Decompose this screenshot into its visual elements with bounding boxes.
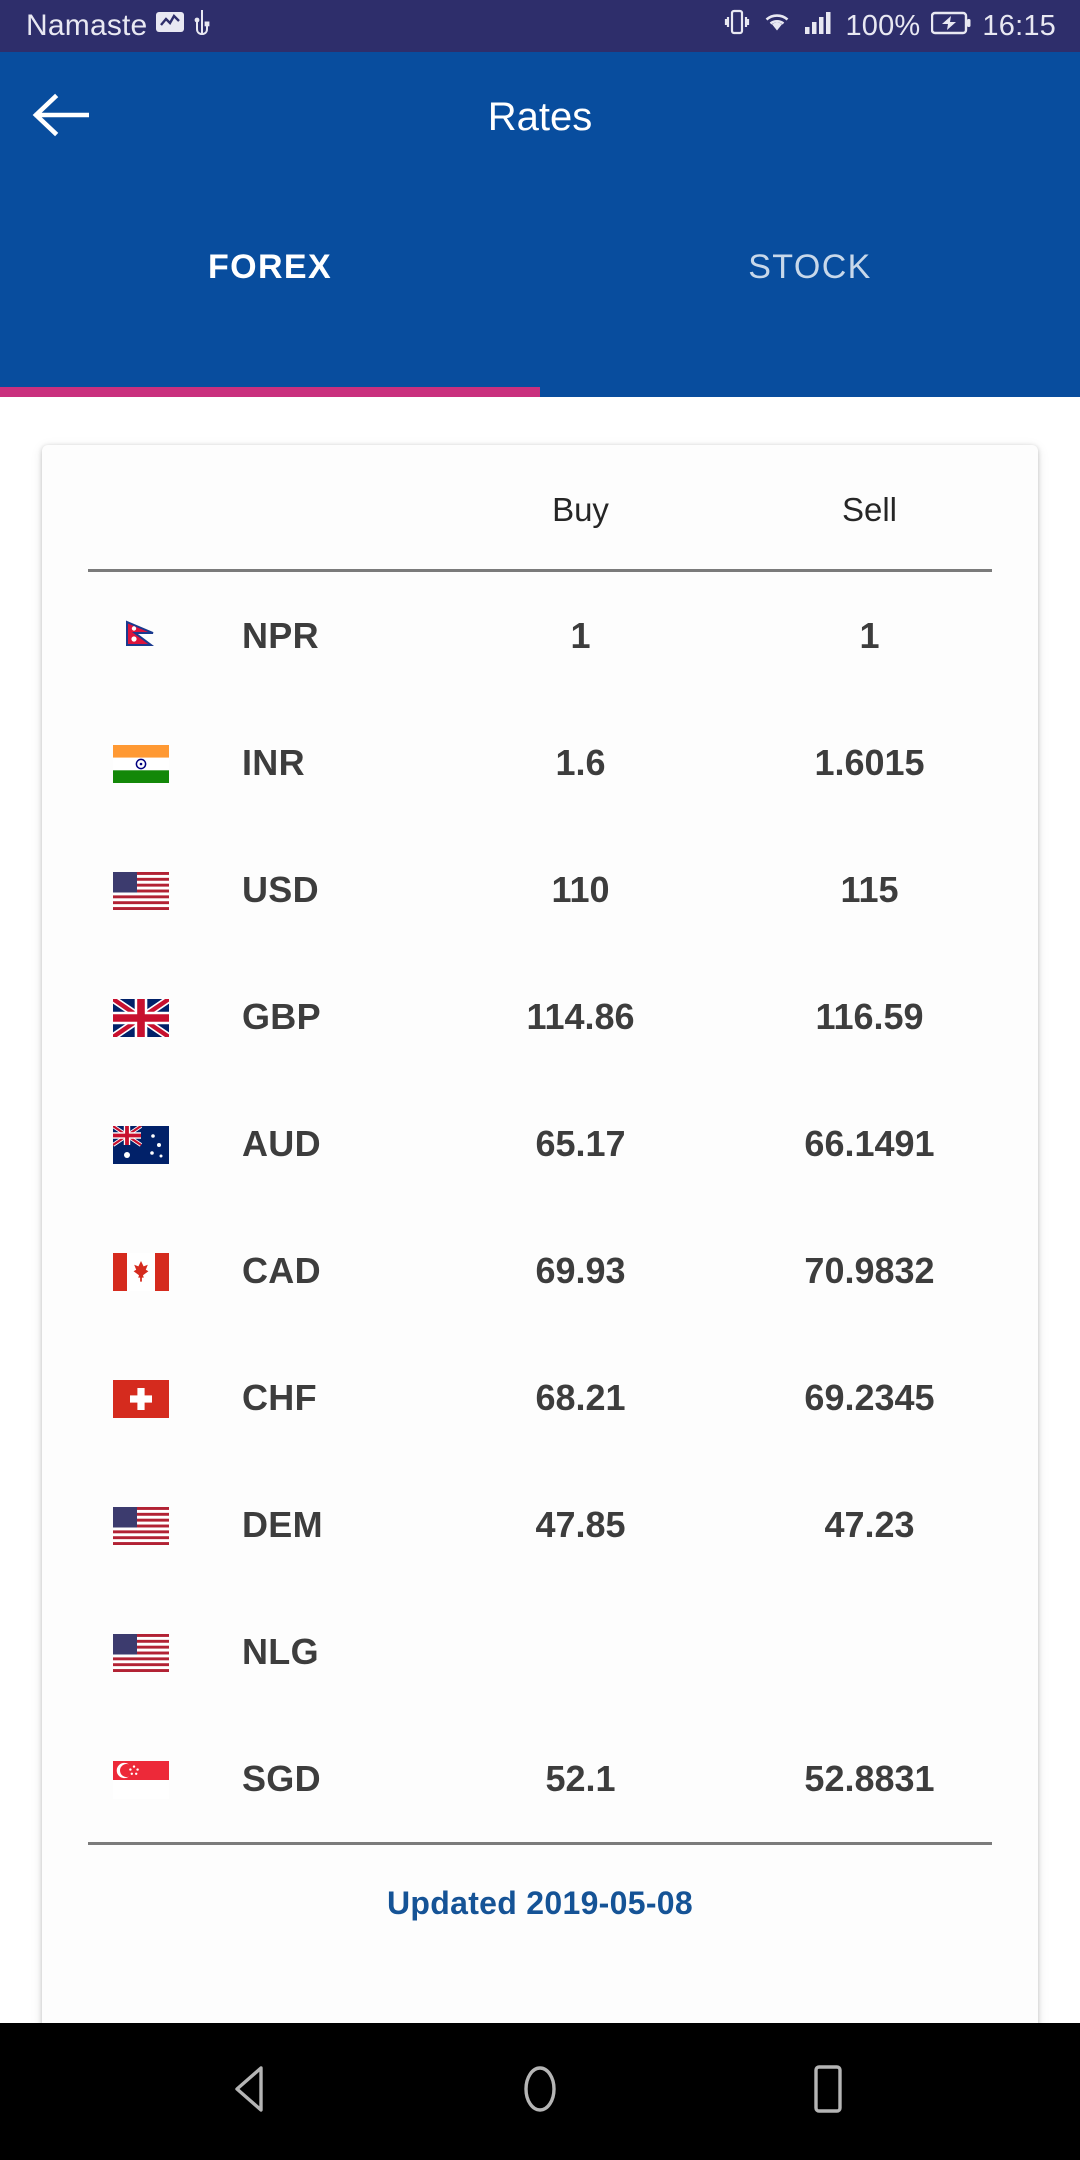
cellular-signal-icon [804,8,834,44]
rates-card: Buy Sell NPR 1 1 INR 1.6 1.6015 USD 110 … [42,445,1038,2040]
buy-value: 1.6 [555,741,606,783]
sell-value [725,1588,1014,1715]
tab-stock[interactable]: STOCK [540,182,1080,352]
canada-flag-icon [66,1207,216,1334]
tab-bar: FOREX STOCK [0,182,1080,352]
buy-value: 114.86 [526,995,635,1037]
system-nav-bar [0,2023,1080,2160]
sell-value: 47.23 [824,1503,915,1545]
status-bar: Namaste 100% 16:15 [0,0,1080,52]
buy-value: 69.93 [535,1249,626,1291]
nav-back-icon [229,2064,275,2119]
currency-code: CAD [242,1249,321,1291]
table-row[interactable]: INR 1.6 1.6015 [66,699,1014,826]
page-title: Rates [487,95,593,139]
usa-flag-icon [66,826,216,953]
signal-activity-icon [155,9,185,43]
usb-icon [193,8,211,44]
header-sell: Sell [841,491,898,528]
currency-code: INR [242,741,305,783]
clock-label: 16:15 [982,9,1056,42]
nav-home-icon [517,2063,563,2120]
switzerland-flag-icon [66,1334,216,1461]
rates-table-body: NPR 1 1 INR 1.6 1.6015 USD 110 115 GBP 1… [66,572,1014,1842]
rates-table: Buy Sell [66,445,1014,569]
sell-value: 1 [859,614,880,656]
currency-code: SGD [242,1757,321,1799]
table-row[interactable]: AUD 65.17 66.1491 [66,1080,1014,1207]
currency-code: NLG [242,1630,319,1672]
nav-recents-icon [808,2063,848,2120]
status-bar-left: Namaste [26,8,211,44]
wifi-icon [761,8,793,44]
tab-indicator-active [0,387,540,397]
nepal-flag-icon [66,572,216,699]
currency-code: CHF [242,1376,317,1418]
table-row[interactable]: USD 110 115 [66,826,1014,953]
uk-flag-icon [66,953,216,1080]
buy-value: 65.17 [535,1122,626,1164]
nav-back-button[interactable] [212,2052,292,2132]
table-row[interactable]: DEM 47.85 47.23 [66,1461,1014,1588]
rates-table-body-wrap: NPR 1 1 INR 1.6 1.6015 USD 110 115 GBP 1… [66,572,1014,1842]
usa-flag-icon [66,1461,216,1588]
table-row[interactable]: CHF 68.21 69.2345 [66,1334,1014,1461]
singapore-flag-icon [66,1715,216,1842]
currency-code: DEM [242,1503,323,1545]
vibrate-icon [724,7,750,45]
sell-value: 52.8831 [804,1757,935,1799]
table-row[interactable]: NPR 1 1 [66,572,1014,699]
header-buy: Buy [552,491,609,528]
currency-code: AUD [242,1122,321,1164]
content-area: Buy Sell NPR 1 1 INR 1.6 1.6015 USD 110 … [0,397,1080,2071]
buy-value: 68.21 [535,1376,626,1418]
sell-value: 1.6015 [814,741,925,783]
usa-flag-icon [66,1588,216,1715]
table-header-row: Buy Sell [66,445,1014,569]
rates-table-head: Buy Sell [66,445,1014,569]
buy-value: 1 [570,614,591,656]
buy-value: 52.1 [545,1757,616,1799]
nav-home-button[interactable] [500,2052,580,2132]
sell-value: 115 [840,868,899,910]
tab-forex[interactable]: FOREX [0,182,540,352]
status-bar-right: 100% 16:15 [724,7,1056,45]
sell-value: 116.59 [815,995,924,1037]
buy-value: 47.85 [535,1503,626,1545]
updated-label: Updated 2019-05-08 [387,1885,693,1921]
tab-indicator-track [0,387,1080,397]
app-bar-top: Rates [0,52,1080,182]
sell-value: 70.9832 [804,1249,935,1291]
currency-code: USD [242,868,319,910]
header-flag-blank [66,445,216,569]
table-row[interactable]: SGD 52.1 52.8831 [66,1715,1014,1842]
nav-recents-button[interactable] [788,2052,868,2132]
currency-code: GBP [242,995,321,1037]
buy-value [436,1588,725,1715]
app-bar: Rates FOREX STOCK [0,52,1080,397]
header-code-blank [216,445,436,569]
sell-value: 66.1491 [804,1122,935,1164]
buy-value: 110 [551,868,610,910]
sell-value: 69.2345 [804,1376,935,1418]
india-flag-icon [66,699,216,826]
table-row[interactable]: GBP 114.86 116.59 [66,953,1014,1080]
australia-flag-icon [66,1080,216,1207]
currency-code: NPR [242,614,319,656]
carrier-label: Namaste [26,9,148,42]
table-row[interactable]: NLG [66,1588,1014,1715]
table-row[interactable]: CAD 69.93 70.9832 [66,1207,1014,1334]
battery-charging-icon [931,10,971,43]
battery-percent-label: 100% [845,9,921,42]
